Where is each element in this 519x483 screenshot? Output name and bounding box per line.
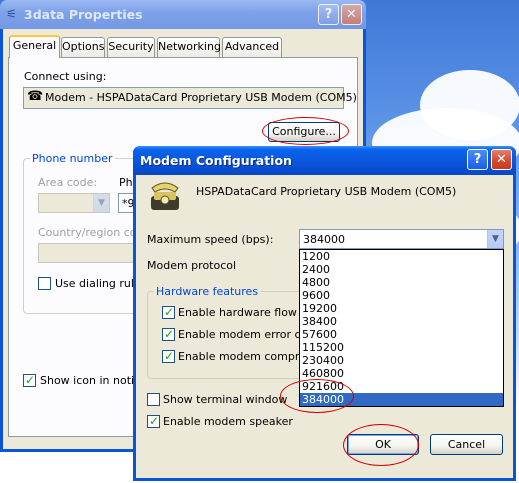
chevron-down-icon: ▼ [93, 194, 109, 212]
annotation-circle [280, 379, 354, 413]
tab-options[interactable]: Options [61, 37, 105, 57]
terminal-window-label: Show terminal window [163, 393, 288, 406]
close-button[interactable]: ✕ [341, 4, 362, 25]
speed-option[interactable]: 460800 [300, 367, 503, 380]
speed-option[interactable]: 57600 [300, 328, 503, 341]
help-button[interactable]: ? [318, 4, 339, 25]
max-speed-label: Maximum speed (bps): [147, 233, 274, 246]
properties-title: 3data Properties [24, 7, 143, 22]
terminal-window-checkbox[interactable] [147, 393, 160, 406]
device-list[interactable]: ☎ Modem - HSPADataCard Proprietary USB M… [23, 87, 357, 109]
connect-using-label: Connect using: [24, 70, 107, 83]
cloud [420, 70, 519, 140]
speed-option[interactable]: 115200 [300, 341, 503, 354]
device-name: Modem - HSPADataCard Proprietary USB Mod… [45, 91, 357, 104]
hw-flow-control-checkbox[interactable] [162, 305, 175, 319]
dialing-rules-checkbox[interactable] [38, 277, 51, 290]
modem-phone-icon [148, 178, 182, 212]
modem-dialog-title: Modem Configuration [140, 153, 292, 168]
max-speed-value: 384000 [303, 233, 345, 246]
area-code-combo[interactable]: ▼ [38, 193, 110, 213]
hardware-features-title: Hardware features [154, 285, 261, 298]
modem-titlebar[interactable]: Modem Configuration ? ✕ [133, 146, 516, 175]
show-icon-checkbox[interactable] [23, 373, 36, 387]
annotation-circle [262, 117, 349, 145]
phone-number-group-title: Phone number [30, 152, 115, 165]
compression-checkbox[interactable] [162, 349, 175, 363]
speed-option[interactable]: 38400 [300, 315, 503, 328]
area-code-label: Area code: [38, 176, 98, 189]
tab-general[interactable]: General [9, 35, 60, 58]
help-button[interactable]: ? [467, 149, 488, 170]
error-control-checkbox[interactable] [162, 327, 175, 341]
cancel-button[interactable]: Cancel [430, 434, 503, 455]
properties-titlebar[interactable]: ⚟ 3data Properties ? ✕ [0, 0, 366, 29]
speed-option[interactable]: 4800 [300, 276, 503, 289]
speed-option[interactable]: 2400 [300, 263, 503, 276]
tab-networking[interactable]: Networking [157, 37, 221, 57]
tab-security[interactable]: Security [107, 37, 155, 57]
modem-speaker-checkbox[interactable] [147, 414, 160, 428]
modem-device-name: HSPADataCard Proprietary USB Modem (COM5… [196, 185, 457, 198]
max-speed-combo[interactable]: 384000 ▼ [299, 229, 504, 249]
modem-icon: ☎ [27, 89, 44, 104]
speed-option[interactable]: 1200 [300, 250, 503, 263]
phone-label: Ph [119, 176, 133, 189]
tab-advanced[interactable]: Advanced [222, 37, 282, 57]
show-icon-label: Show icon in notific [40, 374, 148, 387]
speed-option[interactable]: 230400 [300, 354, 503, 367]
modem-protocol-label: Modem protocol [147, 259, 237, 272]
annotation-circle [343, 424, 419, 466]
connection-icon: ⚟ [6, 7, 17, 21]
modem-speaker-label: Enable modem speaker [163, 415, 293, 428]
close-button[interactable]: ✕ [491, 149, 512, 170]
country-region-combo[interactable] [38, 243, 148, 263]
chevron-down-icon[interactable]: ▼ [487, 230, 503, 248]
speed-option[interactable]: 19200 [300, 302, 503, 315]
speed-option[interactable]: 9600 [300, 289, 503, 302]
